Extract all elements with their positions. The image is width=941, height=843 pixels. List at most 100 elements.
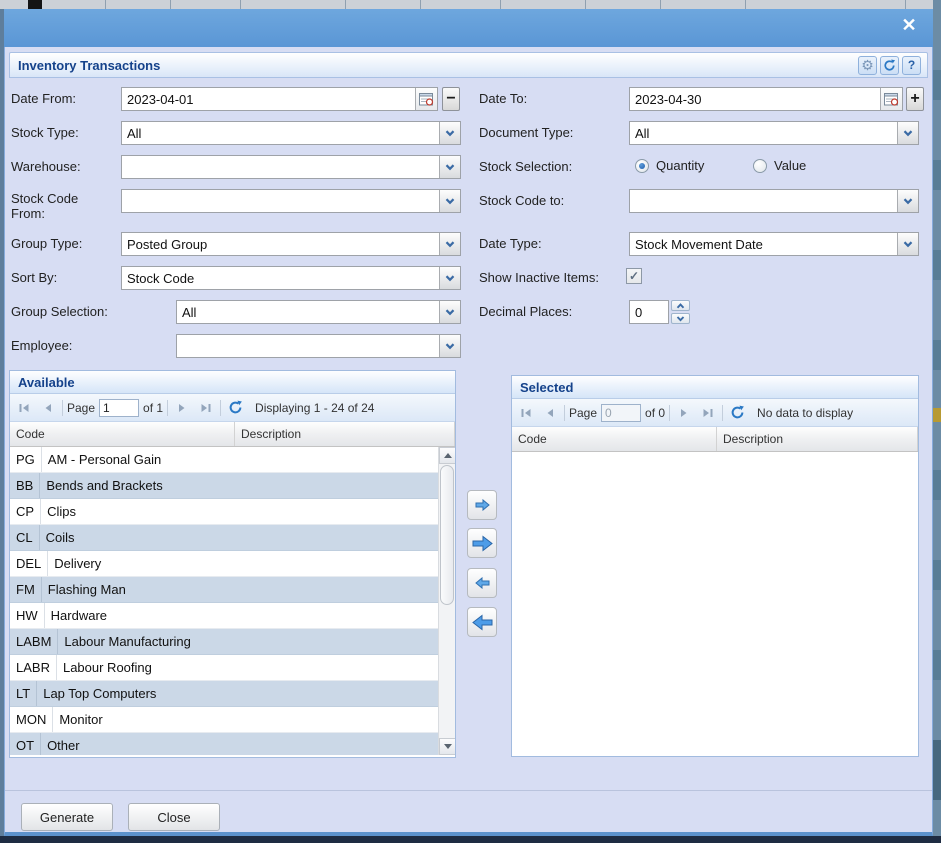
next-page-button[interactable] — [172, 398, 192, 418]
chevron-down-icon[interactable] — [439, 122, 460, 144]
grid-refresh-button[interactable] — [727, 403, 747, 423]
warehouse-value — [122, 156, 439, 178]
column-header-description[interactable]: Description — [717, 427, 918, 451]
sort-by-label: Sort By: — [11, 270, 57, 285]
available-panel-title: Available — [10, 371, 455, 394]
table-row[interactable]: DELDelivery — [10, 551, 438, 577]
chevron-down-icon[interactable] — [897, 190, 918, 212]
grid-refresh-button[interactable] — [225, 398, 245, 418]
table-row[interactable]: CPClips — [10, 499, 438, 525]
help-button[interactable]: ? — [902, 56, 921, 75]
table-row[interactable]: CLCoils — [10, 525, 438, 551]
stock-code-from-value — [122, 190, 439, 212]
employee-label: Employee: — [11, 338, 72, 353]
move-all-left-button[interactable] — [467, 607, 497, 637]
scroll-up-button[interactable] — [439, 447, 455, 464]
date-to-field[interactable]: 2023-04-30 — [629, 87, 903, 111]
table-row[interactable]: LTLap Top Computers — [10, 681, 438, 707]
move-selected-right-button[interactable] — [467, 490, 497, 520]
available-grid-header: Code Description — [10, 422, 455, 447]
radio-unchecked-icon[interactable] — [753, 159, 767, 173]
scrollbar-thumb[interactable] — [440, 465, 454, 605]
date-from-calendar-button[interactable] — [415, 88, 437, 110]
table-row[interactable]: BBBends and Brackets — [10, 473, 438, 499]
date-to-increment-button[interactable]: + — [906, 87, 924, 111]
employee-combo[interactable] — [176, 334, 461, 358]
date-type-label: Date Type: — [479, 236, 542, 251]
chevron-down-icon[interactable] — [439, 190, 460, 212]
chevron-down-icon[interactable] — [439, 267, 460, 289]
column-header-description[interactable]: Description — [235, 422, 455, 446]
document-type-combo[interactable]: All — [629, 121, 919, 145]
move-all-right-button[interactable] — [467, 528, 497, 558]
decimal-places-input[interactable]: 0 — [629, 300, 669, 324]
document-type-label: Document Type: — [479, 125, 573, 140]
table-row[interactable]: LABRLabour Roofing — [10, 655, 438, 681]
date-type-combo[interactable]: Stock Movement Date — [629, 232, 919, 256]
scroll-down-button[interactable] — [439, 738, 455, 755]
group-type-combo[interactable]: Posted Group — [121, 232, 461, 256]
vertical-scrollbar[interactable] — [438, 447, 455, 755]
stock-selection-radio-quantity[interactable]: Quantity — [635, 158, 704, 173]
stock-code-from-combo[interactable] — [121, 189, 461, 213]
sort-by-combo[interactable]: Stock Code — [121, 266, 461, 290]
group-selection-value: All — [177, 301, 439, 323]
last-page-button[interactable] — [196, 398, 216, 418]
table-row[interactable]: MONMonitor — [10, 707, 438, 733]
arrow-right-large-icon — [472, 535, 493, 552]
first-page-button[interactable] — [14, 398, 34, 418]
spinner-down-button[interactable] — [671, 313, 690, 324]
chevron-down-icon[interactable] — [439, 233, 460, 255]
column-header-code[interactable]: Code — [512, 427, 717, 451]
chevron-down-icon[interactable] — [439, 301, 460, 323]
window-close-button[interactable]: ✕ — [898, 15, 920, 39]
chevron-down-icon[interactable] — [439, 335, 460, 357]
show-inactive-items-checkbox[interactable]: ✓ — [626, 268, 642, 284]
stock-type-combo[interactable]: All — [121, 121, 461, 145]
date-type-value: Stock Movement Date — [630, 233, 897, 255]
table-row[interactable]: FMFlashing Man — [10, 577, 438, 603]
table-row[interactable]: HWHardware — [10, 603, 438, 629]
selected-page-input[interactable] — [601, 404, 641, 422]
stock-selection-radio-value[interactable]: Value — [753, 158, 806, 173]
first-page-button[interactable] — [516, 403, 536, 423]
help-icon: ? — [908, 58, 915, 72]
group-selection-combo[interactable]: All — [176, 300, 461, 324]
available-paging-toolbar: Page of 1 Displaying 1 - 24 of 24 — [10, 394, 455, 422]
column-header-code[interactable]: Code — [10, 422, 235, 446]
settings-button[interactable]: ⚙ — [858, 56, 877, 75]
gear-icon: ⚙ — [861, 58, 874, 72]
previous-page-button[interactable] — [540, 403, 560, 423]
chevron-down-icon[interactable] — [897, 122, 918, 144]
close-button[interactable]: Close — [128, 803, 220, 831]
table-row[interactable]: LABMLabour Manufacturing — [10, 629, 438, 655]
table-row[interactable]: PGAM - Personal Gain — [10, 447, 438, 473]
next-page-button[interactable] — [674, 403, 694, 423]
date-to-calendar-button[interactable] — [880, 88, 902, 110]
selected-status-text: No data to display — [757, 406, 853, 420]
date-from-field[interactable]: 2023-04-01 — [121, 87, 438, 111]
warehouse-combo[interactable] — [121, 155, 461, 179]
calendar-icon — [884, 92, 899, 106]
stock-selection-label: Stock Selection: — [479, 159, 572, 174]
generate-button[interactable]: Generate — [21, 803, 113, 831]
date-from-label: Date From: — [11, 91, 76, 106]
sort-by-value: Stock Code — [122, 267, 439, 289]
date-from-decrement-button[interactable]: − — [442, 87, 460, 111]
background-black-block — [28, 0, 42, 9]
last-page-button[interactable] — [698, 403, 718, 423]
date-from-value: 2023-04-01 — [122, 88, 415, 110]
available-page-input[interactable] — [99, 399, 139, 417]
stock-code-to-combo[interactable] — [629, 189, 919, 213]
group-type-value: Posted Group — [122, 233, 439, 255]
chevron-down-icon[interactable] — [897, 233, 918, 255]
spinner-up-button[interactable] — [671, 300, 690, 311]
warehouse-label: Warehouse: — [11, 159, 81, 174]
refresh-button[interactable] — [880, 56, 899, 75]
decimal-places-value: 0 — [630, 301, 668, 323]
table-row[interactable]: OTOther — [10, 733, 438, 755]
chevron-down-icon[interactable] — [439, 156, 460, 178]
previous-page-button[interactable] — [38, 398, 58, 418]
move-selected-left-button[interactable] — [467, 568, 497, 598]
radio-checked-icon[interactable] — [635, 159, 649, 173]
